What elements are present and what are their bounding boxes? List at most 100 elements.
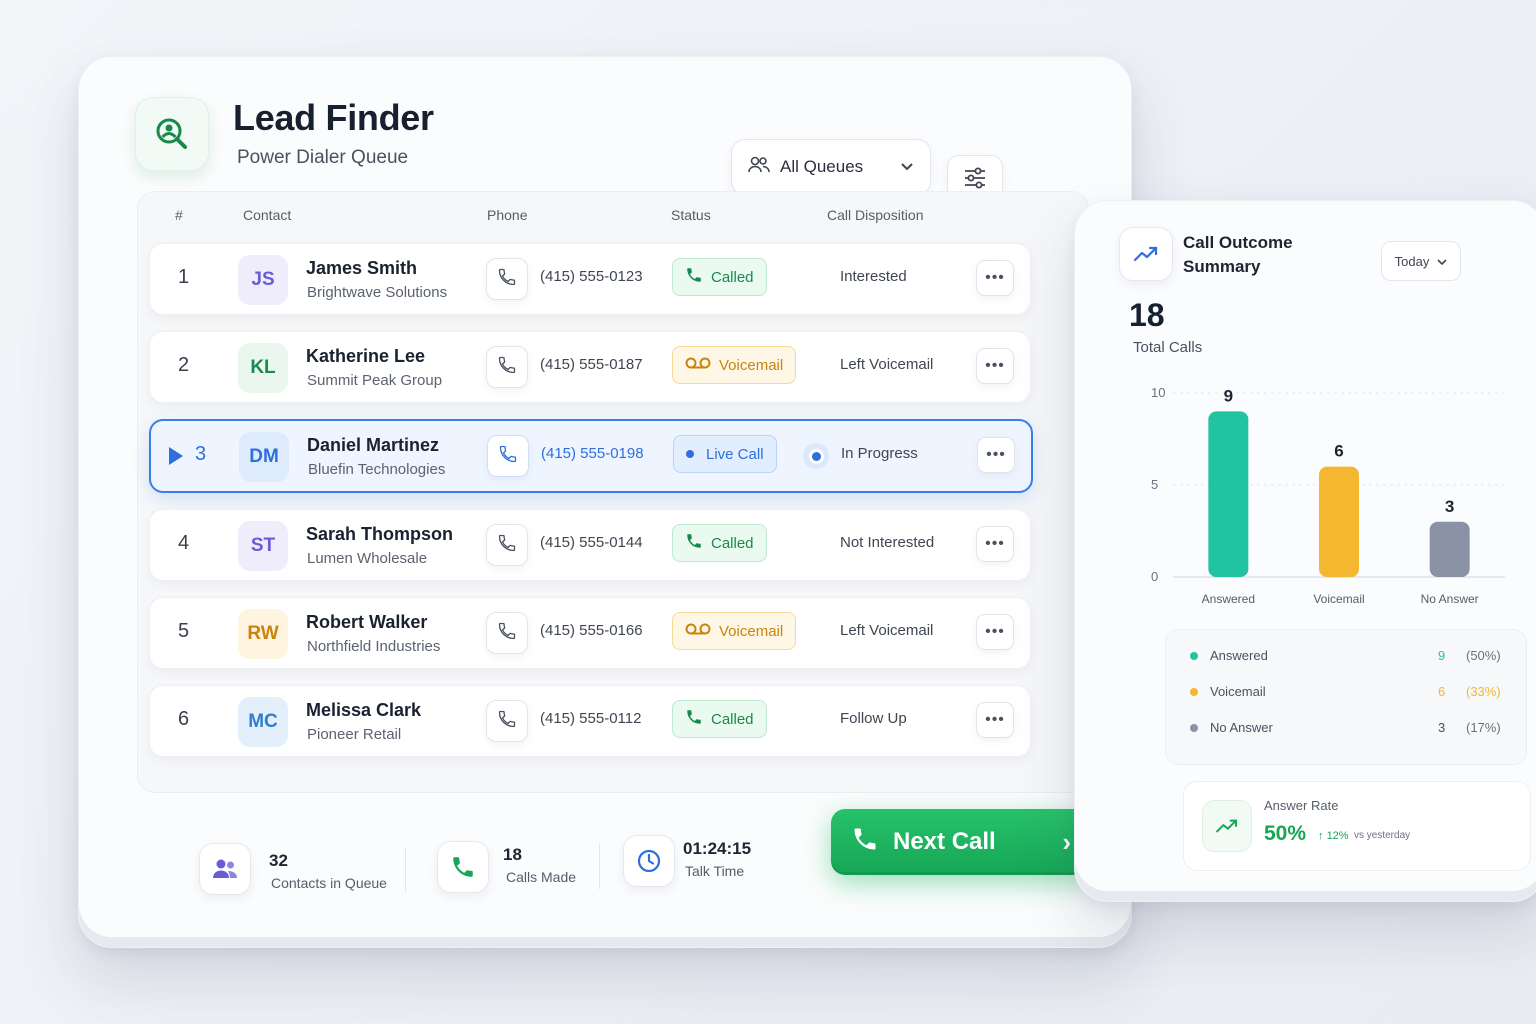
y-tick-label: 10 [1151, 385, 1165, 400]
play-icon [169, 447, 183, 465]
call-disposition: Follow Up [840, 710, 907, 727]
call-button[interactable] [487, 435, 529, 477]
column-header-num: # [175, 207, 183, 223]
row-number: 5 [178, 620, 190, 642]
call-outcome-summary-panel: Call Outcome Summary Today 18 Total Call… [1074, 200, 1536, 902]
more-options-button[interactable]: ••• [976, 614, 1014, 650]
phone-icon [437, 841, 489, 893]
table-row[interactable]: 1 JS James Smith Brightwave Solutions (415) … [149, 243, 1031, 315]
avatar: JS [238, 255, 288, 305]
legend-label: Answered [1210, 648, 1268, 663]
queue-count-label: Contacts in Queue [271, 875, 387, 891]
legend-value: 6 [1438, 684, 1446, 699]
contact-company: Lumen Wholesale [307, 550, 428, 567]
status-badge: Live Call [673, 435, 777, 473]
users-icon [199, 843, 251, 895]
next-call-button[interactable]: Next Call › [831, 809, 1091, 875]
avatar: ST [238, 521, 288, 571]
legend-value: 9 [1438, 648, 1446, 663]
contact-name[interactable]: Melissa Clark [306, 700, 421, 721]
legend-item: Answered [1190, 648, 1268, 663]
phone-number: (415) 555-0112 [540, 710, 642, 727]
chart-legend: Answered 9 (50%) Voicemail 6 (33%) No Answer 3 (… [1165, 629, 1527, 765]
phone-icon [497, 533, 517, 558]
contact-name[interactable]: Robert Walker [306, 612, 427, 633]
answer-rate-value: 50% [1264, 822, 1307, 845]
more-icon: ••• [985, 357, 1005, 374]
status-label: Voicemail [719, 622, 784, 640]
y-tick-label: 5 [1151, 477, 1158, 492]
contact-name[interactable]: Daniel Martinez [307, 435, 439, 456]
table-row[interactable]: 3 DM Daniel Martinez Bluefin Technologies (4… [149, 419, 1033, 493]
contact-company: Bluefin Technologies [308, 461, 446, 478]
live-dot-icon [686, 450, 694, 458]
y-tick-label: 0 [1151, 569, 1158, 584]
legend-dot [1190, 687, 1198, 696]
call-button[interactable] [486, 524, 528, 566]
recording-indicator [803, 443, 829, 469]
period-select[interactable]: Today [1381, 241, 1461, 281]
call-button[interactable] [486, 700, 528, 742]
table-row[interactable]: 2 KL Katherine Lee Summit Peak Group (415) 5… [149, 331, 1031, 403]
bar-answered [1208, 411, 1249, 577]
legend-item: No Answer [1190, 720, 1273, 735]
avatar: MC [238, 697, 288, 747]
more-options-button[interactable]: ••• [976, 702, 1014, 738]
phone-icon [497, 621, 517, 646]
legend-item: Voicemail [1190, 684, 1266, 699]
contact-name[interactable]: James Smith [306, 258, 417, 279]
legend-percent: (33%) [1466, 684, 1501, 699]
row-number: 4 [178, 532, 190, 554]
queue-count: 32 [269, 851, 288, 870]
divider [405, 847, 406, 893]
bar-voicemail [1319, 466, 1359, 577]
more-options-button[interactable]: ••• [977, 437, 1015, 473]
contact-company: Northfield Industries [307, 638, 441, 655]
status-badge: Called [672, 524, 767, 562]
call-button[interactable] [486, 346, 528, 388]
table-row[interactable]: 5 RW Robert Walker Northfield Industries (41… [149, 597, 1031, 669]
phone-icon [497, 267, 517, 292]
call-outcome-chart: 0 5 10 9 Answered 6 Voicemail 3 No Answer [1151, 385, 1505, 606]
more-icon: ••• [985, 711, 1005, 728]
table-row[interactable]: 4 ST Sarah Thompson Lumen Wholesale (415) 55… [149, 509, 1031, 581]
avatar: KL [238, 343, 288, 393]
call-disposition: Left Voicemail [840, 356, 934, 373]
status-label: Called [711, 710, 754, 728]
talk-time-value: 01:24:15 [683, 839, 752, 858]
summary-title: Call Outcome Summary [1183, 233, 1293, 276]
total-calls-value: 18 [1129, 297, 1165, 333]
voicemail-icon [685, 622, 711, 640]
more-options-button[interactable]: ••• [976, 260, 1014, 296]
column-header-contact: Contact [243, 207, 292, 223]
phone-icon [497, 709, 517, 734]
status-badge: Voicemail [672, 346, 797, 384]
trend-up-icon [1119, 227, 1173, 281]
avatar: DM [239, 432, 289, 482]
avatar: RW [238, 609, 288, 659]
phone-icon [851, 825, 879, 860]
more-icon: ••• [985, 623, 1005, 640]
phone-icon [685, 266, 703, 288]
phone-number: (415) 555-0187 [540, 356, 643, 373]
contact-name[interactable]: Sarah Thompson [306, 524, 453, 545]
call-button[interactable] [486, 258, 528, 300]
more-options-button[interactable]: ••• [976, 348, 1014, 384]
answer-rate-comparison: vs yesterday [1354, 830, 1411, 841]
answer-rate-card: Answer Rate 50% ↑ 12% vs yesterday [1183, 781, 1531, 871]
contact-name[interactable]: Katherine Lee [306, 346, 425, 367]
row-number: 6 [178, 708, 190, 730]
call-disposition: In Progress [841, 445, 918, 462]
legend-percent: (17%) [1466, 720, 1501, 735]
contact-company: Brightwave Solutions [307, 284, 448, 301]
row-number: 1 [178, 266, 190, 288]
more-options-button[interactable]: ••• [976, 526, 1014, 562]
data-label: 3 [1445, 497, 1454, 516]
x-tick-label: Voicemail [1313, 592, 1364, 606]
legend-percent: (50%) [1466, 648, 1501, 663]
call-button[interactable] [486, 612, 528, 654]
table-row[interactable]: 6 MC Melissa Clark Pioneer Retail (415) 555-… [149, 685, 1031, 757]
queue-select[interactable]: All Queues [731, 139, 931, 195]
chevron-down-icon [1437, 254, 1447, 269]
legend-dot [1190, 651, 1198, 660]
